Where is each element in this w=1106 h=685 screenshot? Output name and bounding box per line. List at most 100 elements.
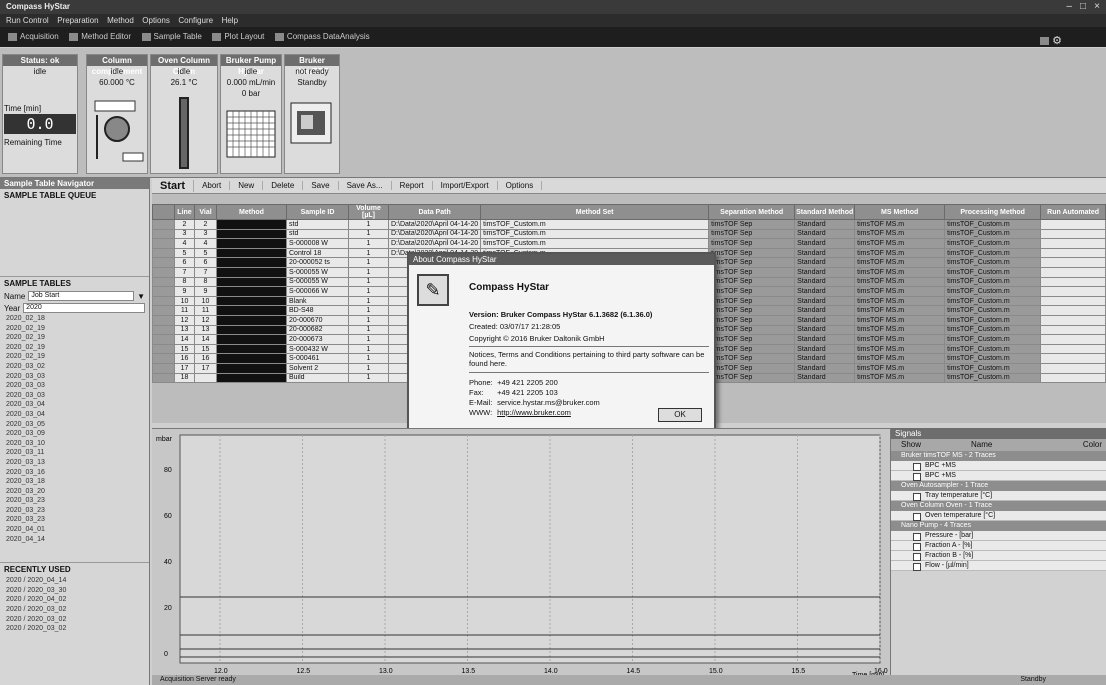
list-item[interactable]: 2020_03_23 xyxy=(6,496,149,506)
list-item[interactable]: 2020_03_13 xyxy=(6,458,149,468)
name-input[interactable]: Job Start xyxy=(28,291,135,301)
list-item[interactable]: 2020_03_20 xyxy=(6,487,149,497)
ribbon-tab[interactable]: Compass DataAnalysis xyxy=(274,27,370,47)
list-item[interactable]: 2020_03_04 xyxy=(6,400,149,410)
menu-item[interactable]: Configure xyxy=(178,16,213,25)
separation-method-cell[interactable]: timsTOF Sep xyxy=(708,286,796,297)
data-path-cell[interactable]: D:\Data\2020\April 04-14-20 xyxy=(387,238,482,249)
vial-cell[interactable]: 7 xyxy=(194,266,217,278)
ribbon-tab[interactable]: Method Editor xyxy=(69,27,131,47)
ms-method-cell[interactable]: timsTOF MS.m xyxy=(854,372,946,384)
save-button[interactable]: Save xyxy=(303,181,339,190)
row-selector[interactable] xyxy=(152,295,175,307)
sample-id-cell[interactable]: Solvent 2 xyxy=(286,362,349,374)
sample-id-cell[interactable]: S-000461 xyxy=(286,353,349,364)
device-mass-spectrometer[interactable]: Bruker timsTOF not ready Standby xyxy=(284,54,340,174)
line-cell[interactable]: 17 xyxy=(174,362,195,374)
row-selector[interactable] xyxy=(152,362,175,374)
column-header[interactable]: Standard Method xyxy=(794,204,856,220)
row-selector[interactable] xyxy=(152,247,175,259)
list-item[interactable]: 2020 / 2020_03_30 xyxy=(6,586,149,596)
ms-method-cell[interactable]: timsTOF MS.m xyxy=(854,314,946,326)
method-cell[interactable] xyxy=(216,257,287,268)
column-header[interactable]: Vial xyxy=(194,204,217,220)
list-item[interactable]: 2020_02_19 xyxy=(6,343,149,353)
list-item[interactable]: 2020_03_18 xyxy=(6,477,149,487)
sample-id-cell[interactable]: 20-000682 xyxy=(286,324,349,336)
vial-cell[interactable]: 13 xyxy=(194,324,217,336)
run-automated-cell[interactable] xyxy=(1040,343,1106,355)
vial-cell[interactable]: 12 xyxy=(194,314,217,326)
line-cell[interactable]: 9 xyxy=(174,286,195,297)
processing-method-cell[interactable]: timsTOF_Custom.m xyxy=(944,314,1042,326)
method-cell[interactable] xyxy=(216,372,287,384)
row-selector[interactable] xyxy=(152,314,175,326)
list-item[interactable]: 2020_03_09 xyxy=(6,429,149,439)
volume-cell[interactable]: 1 xyxy=(348,276,389,288)
list-item[interactable]: 2020_03_05 xyxy=(6,420,149,430)
run-automated-cell[interactable] xyxy=(1040,305,1106,316)
save-as-button[interactable]: Save As... xyxy=(339,181,392,190)
maximize-icon[interactable]: □ xyxy=(1080,1,1086,12)
sample-id-cell[interactable]: Build xyxy=(286,372,349,384)
ms-method-cell[interactable]: timsTOF MS.m xyxy=(854,219,946,230)
column-header[interactable]: Line xyxy=(174,204,195,220)
separation-method-cell[interactable]: timsTOF Sep xyxy=(708,362,796,374)
list-item[interactable]: 2020 / 2020_04_02 xyxy=(6,595,149,605)
line-cell[interactable]: 10 xyxy=(174,295,195,307)
run-automated-cell[interactable] xyxy=(1040,372,1106,384)
standard-method-cell[interactable]: Standard xyxy=(794,334,856,345)
processing-method-cell[interactable]: timsTOF_Custom.m xyxy=(944,343,1042,355)
data-path-cell[interactable]: D:\Data\2020\April 04-14-20 xyxy=(387,228,482,240)
row-selector[interactable] xyxy=(152,353,175,364)
signal-item[interactable]: Flow - [µl/min] xyxy=(891,561,1106,571)
column-header[interactable]: Separation Method xyxy=(708,204,796,220)
standard-method-cell[interactable]: Standard xyxy=(794,257,856,268)
device-pump[interactable]: Bruker Pump HyStar idle 0.000 mL/min 0 b… xyxy=(220,54,282,174)
separation-method-cell[interactable]: timsTOF Sep xyxy=(708,266,796,278)
list-item[interactable]: 2020 / 2020_04_14 xyxy=(6,576,149,586)
import-export-button[interactable]: Import/Export xyxy=(433,181,498,190)
row-selector[interactable] xyxy=(152,324,175,336)
menu-item[interactable]: Run Control xyxy=(6,16,49,25)
volume-cell[interactable]: 1 xyxy=(348,305,389,316)
processing-method-cell[interactable]: timsTOF_Custom.m xyxy=(944,286,1042,297)
signal-group[interactable]: Bruker timsTOF MS - 2 Traces xyxy=(891,451,1106,461)
ms-method-cell[interactable]: timsTOF MS.m xyxy=(854,295,946,307)
method-cell[interactable] xyxy=(216,238,287,249)
vial-cell[interactable] xyxy=(194,372,217,384)
processing-method-cell[interactable]: timsTOF_Custom.m xyxy=(944,219,1042,230)
processing-method-cell[interactable]: timsTOF_Custom.m xyxy=(944,238,1042,249)
menu-item[interactable]: Options xyxy=(142,16,170,25)
separation-method-cell[interactable]: timsTOF Sep xyxy=(708,372,796,384)
signal-item[interactable]: Fraction B - [%] xyxy=(891,551,1106,561)
standard-method-cell[interactable]: Standard xyxy=(794,324,856,336)
column-header[interactable]: Data Path xyxy=(387,204,482,220)
volume-cell[interactable]: 1 xyxy=(348,286,389,297)
signal-item[interactable]: Pressure - [bar] xyxy=(891,531,1106,541)
sample-id-cell[interactable]: S-000008 W xyxy=(286,238,349,249)
list-item[interactable]: 2020_02_19 xyxy=(6,324,149,334)
email-link[interactable]: service.hystar.ms@bruker.com xyxy=(497,398,600,407)
list-item[interactable]: 2020_03_11 xyxy=(6,448,149,458)
row-selector[interactable] xyxy=(152,305,175,316)
sample-id-cell[interactable]: S-000066 W xyxy=(286,286,349,297)
line-cell[interactable]: 7 xyxy=(174,266,195,278)
ms-method-cell[interactable]: timsTOF MS.m xyxy=(854,276,946,288)
standard-method-cell[interactable]: Standard xyxy=(794,276,856,288)
column-header[interactable]: Method xyxy=(216,204,287,220)
sample-id-cell[interactable]: Control 18 xyxy=(286,247,349,259)
standard-method-cell[interactable]: Standard xyxy=(794,286,856,297)
run-automated-cell[interactable] xyxy=(1040,266,1106,278)
method-set-cell[interactable]: timsTOF_Custom.m xyxy=(480,219,710,230)
run-automated-cell[interactable] xyxy=(1040,286,1106,297)
signal-item[interactable]: Oven temperature [°C] xyxy=(891,511,1106,521)
signal-item[interactable]: Tray temperature [°C] xyxy=(891,491,1106,501)
processing-method-cell[interactable]: timsTOF_Custom.m xyxy=(944,372,1042,384)
row-selector[interactable] xyxy=(152,238,175,249)
list-item[interactable]: 2020_03_04 xyxy=(6,410,149,420)
volume-cell[interactable]: 1 xyxy=(348,362,389,374)
standard-method-cell[interactable]: Standard xyxy=(794,238,856,249)
separation-method-cell[interactable]: timsTOF Sep xyxy=(708,353,796,364)
row-selector[interactable] xyxy=(152,219,175,230)
